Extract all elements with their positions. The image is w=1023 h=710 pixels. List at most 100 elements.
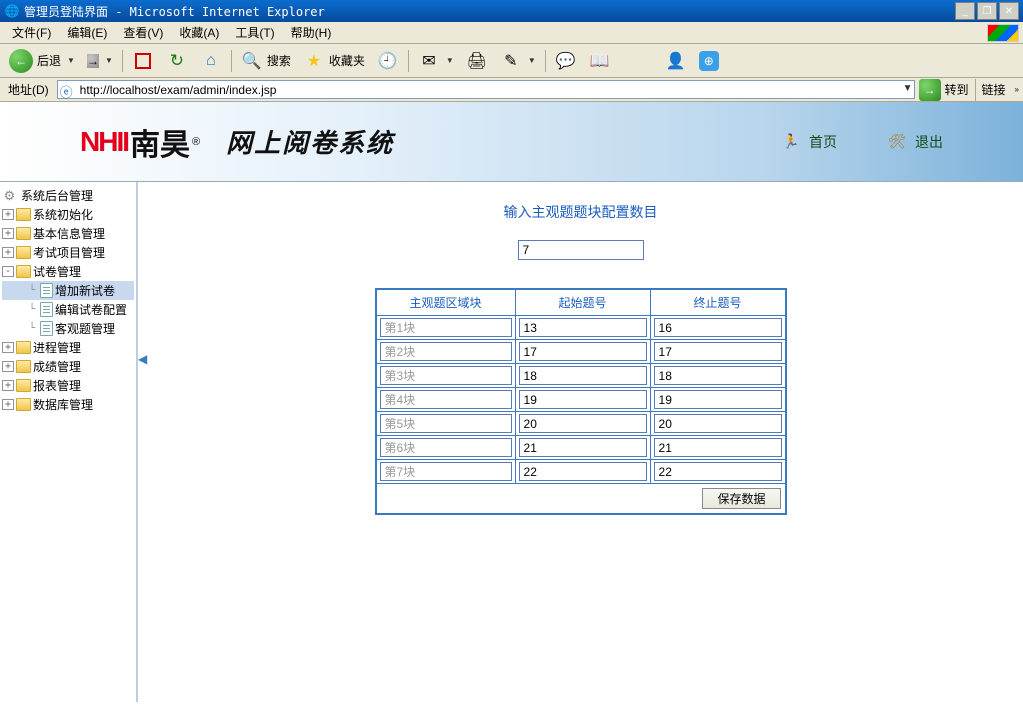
sidebar-item[interactable]: +考试项目管理 — [2, 243, 134, 262]
menubar: 文件(F) 编辑(E) 查看(V) 收藏(A) 工具(T) 帮助(H) — [0, 22, 1023, 44]
area-input[interactable] — [380, 438, 512, 457]
sidebar-item[interactable]: - 试卷管理 — [2, 262, 134, 281]
end-input[interactable] — [654, 414, 782, 433]
search-icon: 🔍 — [241, 50, 263, 72]
sidebar-item[interactable]: +报表管理 — [2, 376, 134, 395]
links-label[interactable]: 链接 — [982, 81, 1006, 98]
plus-icon[interactable]: + — [2, 209, 14, 220]
sidebar-item[interactable]: +系统初始化 — [2, 205, 134, 224]
sidebar-item[interactable]: + 进程管理 — [2, 338, 134, 357]
gear-icon: ⚙ — [2, 188, 17, 203]
nav-home[interactable]: 🏃 首页 — [781, 132, 837, 152]
forward-button[interactable]: → ▼ — [82, 51, 118, 71]
start-input[interactable] — [519, 342, 647, 361]
col-end: 终止题号 — [650, 290, 785, 316]
discuss-icon: 💬 — [555, 50, 577, 72]
start-input[interactable] — [519, 438, 647, 457]
menu-help[interactable]: 帮助(H) — [283, 22, 340, 43]
plus-icon[interactable]: + — [2, 247, 14, 258]
start-input[interactable] — [519, 318, 647, 337]
end-input[interactable] — [654, 438, 782, 457]
end-input[interactable] — [654, 390, 782, 409]
folder-icon — [16, 208, 31, 221]
start-input[interactable] — [519, 414, 647, 433]
menu-edit[interactable]: 编辑(E) — [59, 22, 115, 43]
menu-file[interactable]: 文件(F) — [4, 22, 59, 43]
end-input[interactable] — [654, 462, 782, 481]
favorites-button[interactable]: ★ 收藏夹 — [298, 47, 370, 75]
folder-icon — [16, 227, 31, 240]
discuss-button[interactable]: 💬 — [550, 47, 582, 75]
sidebar-subitem-label: 增加新试卷 — [55, 282, 115, 299]
back-button[interactable]: ← 后退 ▼ — [4, 46, 80, 76]
end-input[interactable] — [654, 366, 782, 385]
sidebar: ⚙ 系统后台管理 +系统初始化+基本信息管理+考试项目管理 - 试卷管理└增加新试卷… — [0, 182, 138, 702]
plus-icon[interactable]: + — [2, 380, 14, 391]
area-input[interactable] — [380, 414, 512, 433]
start-input[interactable] — [519, 390, 647, 409]
menu-tools[interactable]: 工具(T) — [227, 22, 282, 43]
home-button[interactable]: ⌂ — [195, 47, 227, 75]
sidebar-item[interactable]: + 数据库管理 — [2, 395, 134, 414]
chevron-down-icon: ▼ — [67, 56, 75, 65]
area-input[interactable] — [380, 318, 512, 337]
area-input[interactable] — [380, 342, 512, 361]
run-icon: 🏃 — [781, 132, 801, 152]
start-input[interactable] — [519, 462, 647, 481]
save-button[interactable]: 保存数据 — [702, 488, 780, 509]
msn-button[interactable]: 👤 — [660, 47, 692, 75]
folder-icon — [16, 398, 31, 411]
minimize-button[interactable]: _ — [955, 2, 975, 20]
folder-icon — [16, 341, 31, 354]
area-input[interactable] — [380, 366, 512, 385]
sidebar-item-label: 数据库管理 — [33, 396, 93, 413]
nav-exit[interactable]: 🛠 退出 — [887, 132, 943, 152]
end-input[interactable] — [654, 342, 782, 361]
address-input[interactable] — [57, 80, 915, 99]
folder-icon — [16, 379, 31, 392]
start-input[interactable] — [519, 366, 647, 385]
sidebar-subitem[interactable]: └客观题管理 — [2, 319, 134, 338]
menu-view[interactable]: 查看(V) — [115, 22, 171, 43]
file-icon — [40, 283, 53, 298]
edit-button[interactable]: ✎▼ — [495, 47, 541, 75]
mail-button[interactable]: ✉▼ — [413, 47, 459, 75]
sidebar-item-label: 进程管理 — [33, 339, 81, 356]
form-heading: 输入主观题题块配置数目 — [178, 202, 983, 222]
plus-icon[interactable]: + — [2, 228, 14, 239]
collapse-handle-icon[interactable]: ◀ — [138, 352, 147, 366]
col-start: 起始题号 — [515, 290, 650, 316]
plus-icon[interactable]: + — [2, 342, 14, 353]
research-button[interactable]: 📖 — [584, 47, 616, 75]
titlebar: 🌐 管理员登陆界面 - Microsoft Internet Explorer … — [0, 0, 1023, 22]
home-icon: ⌂ — [200, 50, 222, 72]
maximize-button[interactable]: ❐ — [977, 2, 997, 20]
area-input[interactable] — [380, 462, 512, 481]
plus-icon[interactable]: + — [2, 399, 14, 410]
print-button[interactable]: 🖨 — [461, 47, 493, 75]
search-button[interactable]: 🔍 搜索 — [236, 47, 296, 75]
plus-icon[interactable]: + — [2, 361, 14, 372]
go-button[interactable]: → — [919, 79, 941, 101]
sidebar-subitem[interactable]: └增加新试卷 — [2, 281, 134, 300]
star-icon: ★ — [303, 50, 325, 72]
sidebar-item[interactable]: +成绩管理 — [2, 357, 134, 376]
sidebar-item[interactable]: +基本信息管理 — [2, 224, 134, 243]
refresh-button[interactable]: ↻ — [161, 47, 193, 75]
end-input[interactable] — [654, 318, 782, 337]
stop-button[interactable] — [127, 47, 159, 75]
close-button[interactable]: ✕ — [999, 2, 1019, 20]
go-label: 转到 — [945, 81, 969, 98]
minus-icon[interactable]: - — [2, 266, 14, 277]
area-input[interactable] — [380, 390, 512, 409]
history-button[interactable]: 🕘 — [372, 47, 404, 75]
tree-root[interactable]: ⚙ 系统后台管理 — [2, 186, 134, 205]
menu-favorites[interactable]: 收藏(A) — [171, 22, 227, 43]
sidebar-subitem[interactable]: └编辑试卷配置 — [2, 300, 134, 319]
sidebar-item-label: 试卷管理 — [33, 263, 81, 280]
block-count-input[interactable] — [518, 240, 644, 260]
banner: NHII 南昊 ® 网上阅卷系统 🏃 首页 🛠 退出 — [0, 102, 1023, 182]
tree-root-label: 系统后台管理 — [21, 187, 93, 204]
address-dropdown-icon[interactable]: ▼ — [903, 83, 913, 94]
messenger-button[interactable]: ⊕ — [694, 48, 724, 74]
